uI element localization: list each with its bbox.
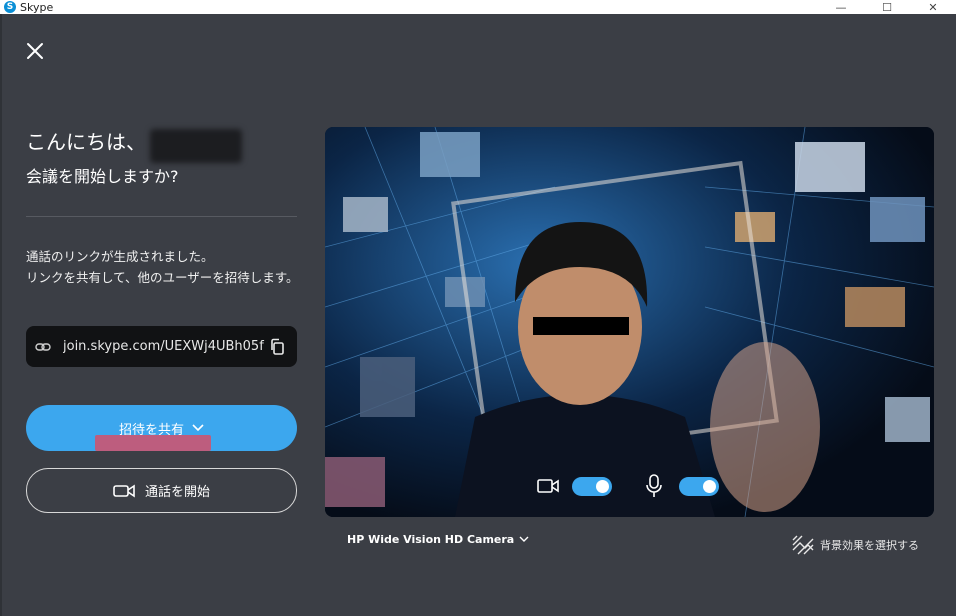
redacted-user-name (150, 129, 242, 163)
chevron-down-icon (519, 536, 529, 543)
minimize-button[interactable]: — (818, 0, 864, 14)
window-titlebar: S Skype — ☐ ✕ (0, 0, 956, 14)
background-effect-button[interactable]: 背景効果を選択する (792, 535, 919, 555)
window-close-button[interactable]: ✕ (910, 0, 956, 14)
background-effect-icon (792, 535, 814, 555)
close-icon[interactable] (24, 40, 46, 62)
maximize-button[interactable]: ☐ (864, 0, 910, 14)
microphone-icon (645, 474, 663, 502)
camera-preview (325, 127, 934, 517)
window-edge (0, 14, 2, 616)
meeting-question: 会議を開始しますか? (26, 167, 179, 186)
microphone-toggle[interactable] (679, 477, 719, 496)
video-camera-icon (537, 477, 559, 499)
camera-toggle-knob (596, 480, 609, 493)
background-effect-label: 背景効果を選択する (820, 539, 919, 552)
start-call-button[interactable]: 通話を開始 (26, 468, 297, 513)
link-icon (35, 339, 51, 355)
camera-preview-image (325, 127, 934, 517)
start-call-label: 通話を開始 (144, 485, 210, 500)
greeting-heading: こんにちは、 (26, 123, 242, 163)
window-controls: — ☐ ✕ (818, 0, 956, 14)
camera-toggle[interactable] (572, 477, 612, 496)
preview-controls (325, 467, 934, 507)
info-line-2: リンクを共有して、他のユーザーを招待します。 (26, 270, 299, 285)
skype-logo-icon: S (4, 1, 16, 13)
window-title: Skype (20, 0, 54, 14)
chevron-down-icon (192, 424, 204, 432)
meeting-link-url[interactable]: join.skype.com/UEXWj4UBh05f (63, 339, 269, 354)
copy-icon[interactable] (269, 338, 287, 356)
divider (26, 216, 297, 217)
link-info-text: 通話のリンクが生成されました。 リンクを共有して、他のユーザーを招待します。 (26, 246, 306, 288)
video-camera-icon (113, 483, 135, 499)
microphone-toggle-knob (703, 480, 716, 493)
camera-selector[interactable]: HP Wide Vision HD Camera (347, 533, 529, 546)
highlight-marker (95, 435, 211, 451)
info-line-1: 通話のリンクが生成されました。 (26, 249, 214, 264)
greeting-text: こんにちは、 (26, 129, 146, 154)
meeting-link-box[interactable]: join.skype.com/UEXWj4UBh05f (26, 326, 297, 367)
camera-name: HP Wide Vision HD Camera (347, 533, 515, 546)
